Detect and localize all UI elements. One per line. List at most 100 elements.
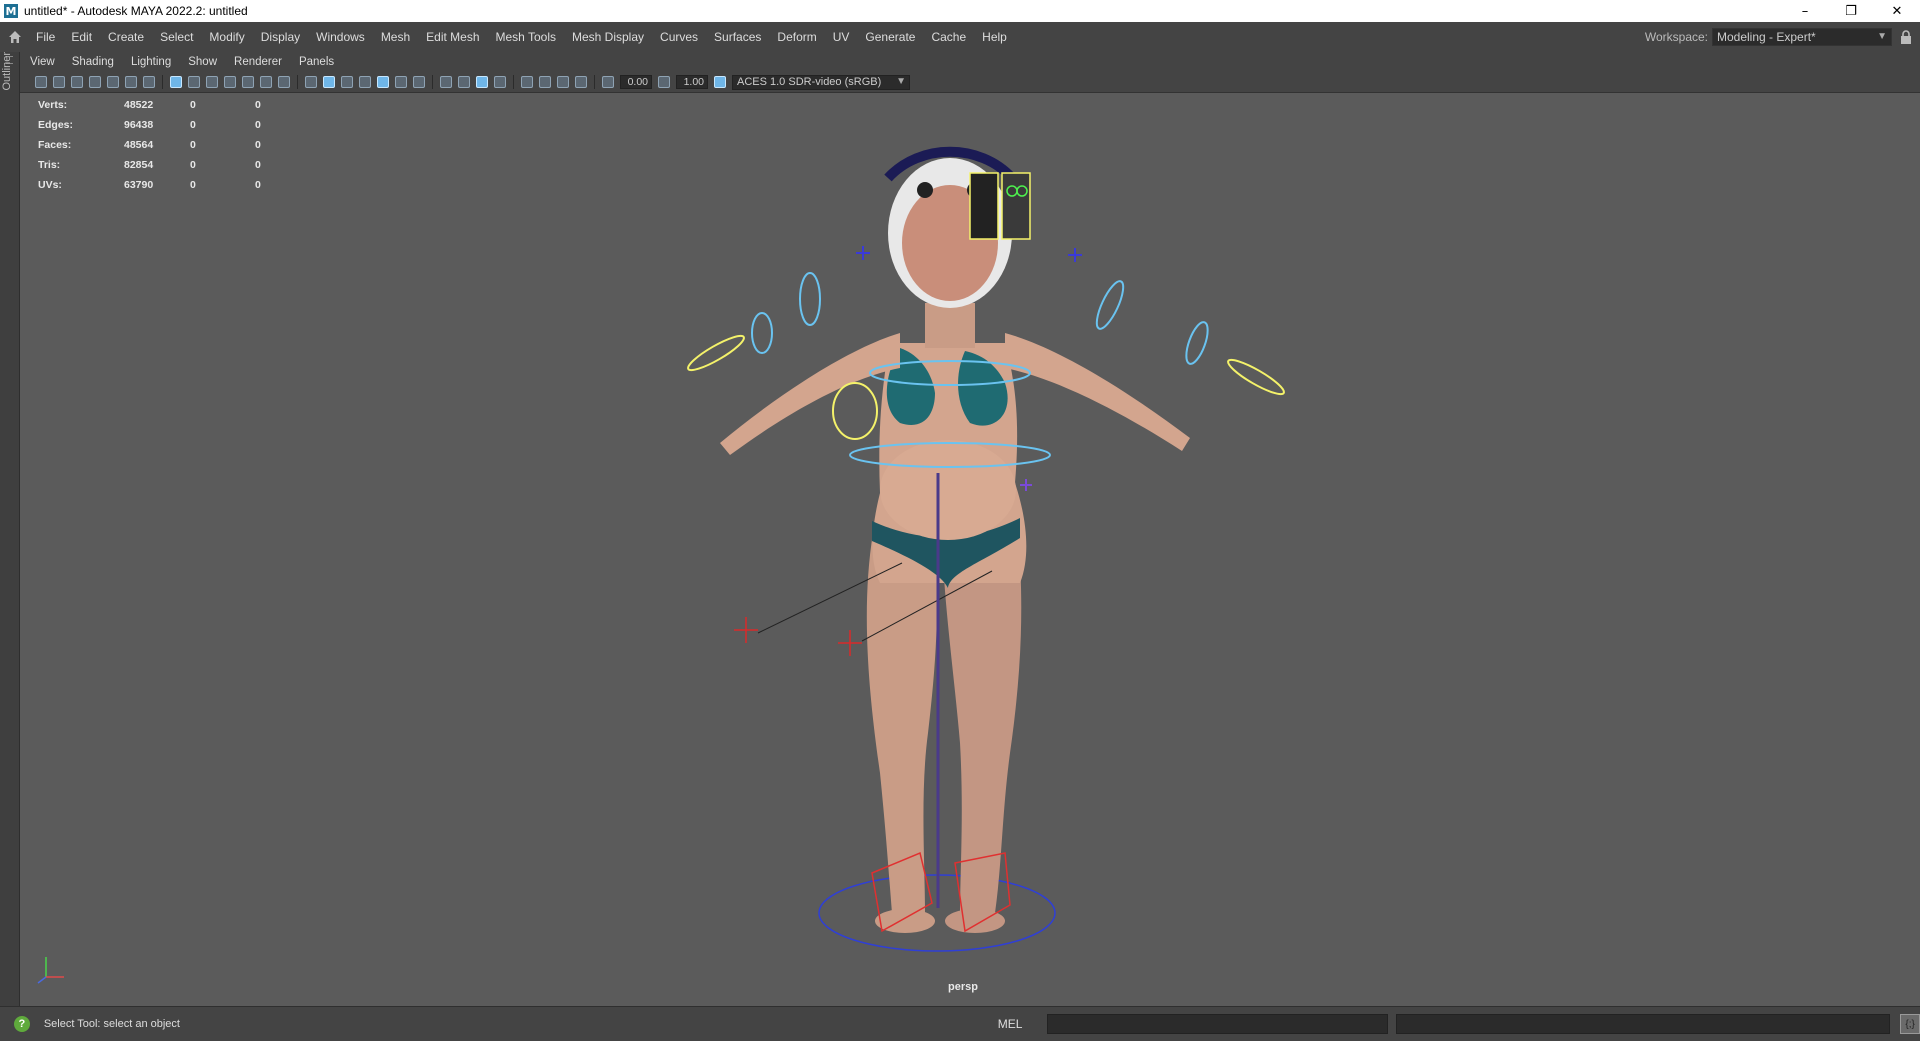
two-d-pan-zoom-icon[interactable]	[125, 76, 137, 88]
default-material-icon[interactable]	[341, 76, 353, 88]
xray-icon[interactable]	[539, 76, 551, 88]
motion-blur-icon[interactable]	[458, 76, 470, 88]
anti-aliasing-icon[interactable]	[476, 76, 488, 88]
hud-value: 0	[255, 179, 261, 191]
menu-mesh-display[interactable]: Mesh Display	[564, 22, 652, 52]
menu-create[interactable]: Create	[100, 22, 152, 52]
panel-menu-show[interactable]: Show	[178, 56, 224, 68]
menu-uv[interactable]: UV	[825, 22, 858, 52]
camera-attributes-icon[interactable]	[71, 76, 83, 88]
lock-icon[interactable]	[1892, 30, 1920, 44]
hip-ctrl	[832, 382, 878, 440]
menu-select[interactable]: Select	[152, 22, 201, 52]
menu-windows[interactable]: Windows	[308, 22, 373, 52]
script-editor-icon[interactable]: {;}	[1900, 1014, 1920, 1034]
hud-label: UVs:	[38, 179, 62, 191]
hud-value: 0	[255, 159, 261, 171]
restore-button[interactable]: ❐	[1828, 0, 1874, 22]
safe-action-icon[interactable]	[260, 76, 272, 88]
panel-menu-renderer[interactable]: Renderer	[224, 56, 289, 68]
command-language-toggle[interactable]: MEL	[998, 1017, 1047, 1031]
shaded-wireframe-icon[interactable]	[359, 76, 371, 88]
outliner-tab[interactable]: Outliner	[1, 52, 13, 112]
right-arm	[1005, 333, 1190, 451]
help-icon[interactable]: ?	[14, 1016, 30, 1032]
hud-value: 0	[255, 139, 261, 151]
menu-surfaces[interactable]: Surfaces	[706, 22, 769, 52]
color-management-icon[interactable]	[714, 76, 726, 88]
menu-file[interactable]: File	[28, 22, 63, 52]
left-leg	[866, 533, 938, 915]
exposure-field[interactable]: 0.00	[620, 75, 652, 89]
screen-space-ao-icon[interactable]	[440, 76, 452, 88]
menu-deform[interactable]: Deform	[769, 22, 824, 52]
xray-joints-icon[interactable]	[557, 76, 569, 88]
panel-menu-shading[interactable]: Shading	[62, 56, 121, 68]
status-bar: ? Select Tool: select an object MEL {;}	[0, 1006, 1920, 1041]
home-icon[interactable]	[2, 22, 28, 52]
chevron-down-icon: ▼	[896, 75, 906, 87]
menu-display[interactable]: Display	[253, 22, 308, 52]
window-controls: – ❐ ✕	[1782, 0, 1920, 22]
view-transform-dropdown[interactable]: ACES 1.0 SDR-video (sRGB) ▼	[732, 74, 910, 90]
hud-row-uvs: UVs: 63790 0 0	[38, 175, 295, 195]
chevron-down-icon: ▼	[1877, 31, 1887, 42]
face-panel-left	[969, 172, 999, 240]
hand-ctrl-left	[687, 334, 745, 372]
menu-help[interactable]: Help	[974, 22, 1015, 52]
backface-culling-icon[interactable]	[575, 76, 587, 88]
film-gate-icon[interactable]	[188, 76, 200, 88]
panel-menu-view[interactable]: View	[20, 56, 62, 68]
minimize-button[interactable]: –	[1782, 0, 1828, 22]
smooth-shade-icon[interactable]	[323, 76, 335, 88]
lock-camera-icon[interactable]	[53, 76, 65, 88]
menu-modify[interactable]: Modify	[201, 22, 252, 52]
gamma-icon[interactable]	[658, 76, 670, 88]
workspace-value: Modeling - Expert*	[1717, 30, 1816, 44]
menu-mesh[interactable]: Mesh	[373, 22, 418, 52]
maya-logo-icon: M	[4, 4, 18, 18]
bookmark-icon[interactable]	[89, 76, 101, 88]
command-line-input[interactable]	[1047, 1014, 1388, 1034]
grid-icon[interactable]	[170, 76, 182, 88]
exposure-icon[interactable]	[602, 76, 614, 88]
hud-value: 63790	[124, 179, 154, 191]
hip-marker	[1020, 479, 1032, 491]
menu-edit-mesh[interactable]: Edit Mesh	[418, 22, 487, 52]
select-camera-icon[interactable]	[35, 76, 47, 88]
gamma-field[interactable]: 1.00	[676, 75, 708, 89]
menu-edit[interactable]: Edit	[63, 22, 100, 52]
safe-title-icon[interactable]	[278, 76, 290, 88]
persp-viewport[interactable]: Verts: 48522 0 0 Edges: 96438 0 0 Faces:…	[20, 93, 1920, 1006]
shoulder-ctrl-right	[1095, 280, 1125, 330]
image-plane-icon[interactable]	[107, 76, 119, 88]
panel-menu-panels[interactable]: Panels	[289, 56, 341, 68]
textured-icon[interactable]	[377, 76, 389, 88]
panel-menu-lighting[interactable]: Lighting	[121, 56, 178, 68]
menu-mesh-tools[interactable]: Mesh Tools	[488, 22, 564, 52]
hud-row-verts: Verts: 48522 0 0	[38, 95, 295, 115]
toolbar-separator	[297, 75, 298, 89]
clavicle-marker-left	[856, 246, 870, 260]
hud-value: 0	[190, 119, 196, 131]
view-transform-value: ACES 1.0 SDR-video (sRGB)	[737, 76, 882, 88]
hud-label: Verts:	[38, 99, 68, 111]
close-button[interactable]: ✕	[1874, 0, 1920, 22]
lights-icon[interactable]	[395, 76, 407, 88]
clavicle-marker-right	[1068, 248, 1082, 262]
shadows-icon[interactable]	[413, 76, 425, 88]
hud-value: 0	[190, 139, 196, 151]
menu-curves[interactable]: Curves	[652, 22, 706, 52]
elbow-ctrl-right	[1185, 321, 1209, 365]
menu-generate[interactable]: Generate	[857, 22, 923, 52]
field-chart-icon[interactable]	[242, 76, 254, 88]
menu-cache[interactable]: Cache	[923, 22, 974, 52]
gate-mask-icon[interactable]	[224, 76, 236, 88]
isolate-select-icon[interactable]	[521, 76, 533, 88]
wireframe-icon[interactable]	[305, 76, 317, 88]
grease-pencil-icon[interactable]	[143, 76, 155, 88]
resolution-gate-icon[interactable]	[206, 76, 218, 88]
viewport-toolbar: 0.00 1.00 ACES 1.0 SDR-video (sRGB) ▼	[20, 72, 1920, 93]
workspace-dropdown[interactable]: Modeling - Expert* ▼	[1712, 28, 1892, 46]
depth-of-field-icon[interactable]	[494, 76, 506, 88]
